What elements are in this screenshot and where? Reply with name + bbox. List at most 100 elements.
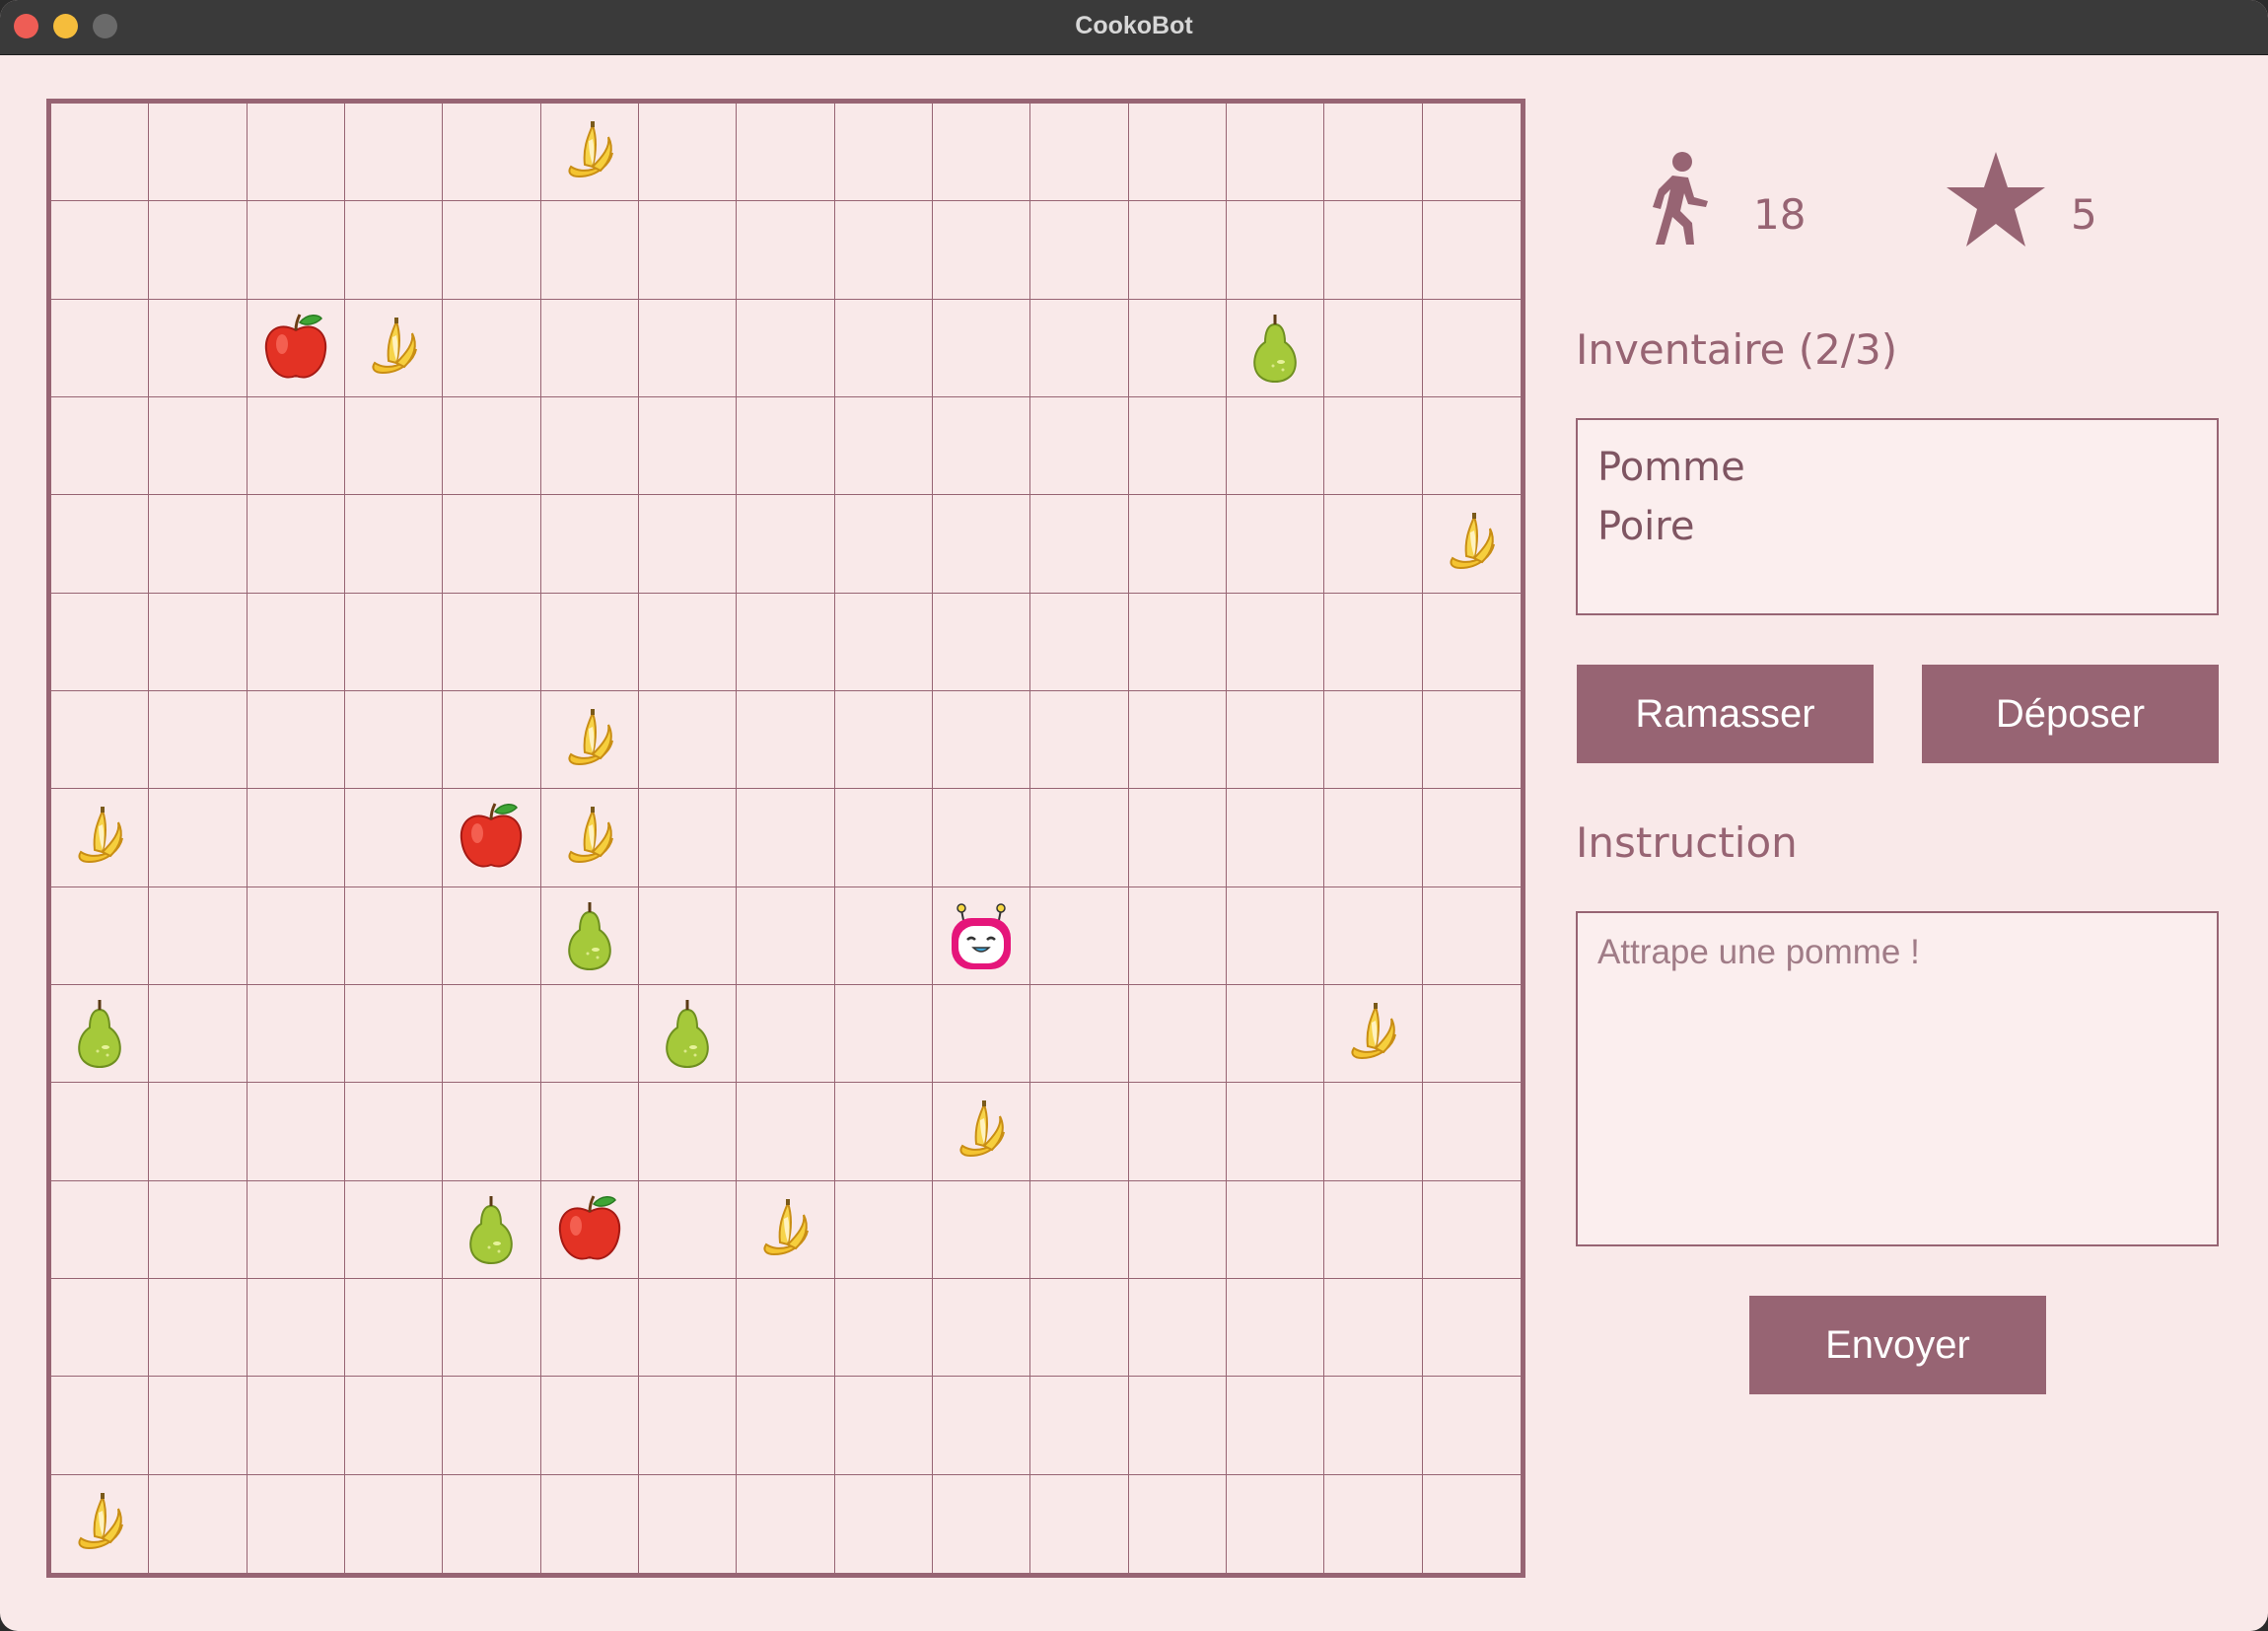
board-cell: [1324, 886, 1423, 985]
board-cell: [247, 201, 345, 300]
board-cell: [1128, 1180, 1227, 1279]
board-cell: [933, 985, 1031, 1084]
board-cell: [149, 1083, 248, 1181]
board-cell: [1422, 789, 1521, 887]
board-cell: [51, 201, 150, 300]
board-cell: [540, 299, 639, 397]
board-cell: [443, 593, 541, 691]
board-cell: [1324, 1377, 1423, 1475]
board-cell: [443, 1474, 541, 1573]
board-cell: [1128, 691, 1227, 790]
board-cell: [149, 397, 248, 496]
board-cell: [443, 789, 541, 887]
board-cell: [1422, 397, 1521, 496]
board-cell: [1030, 201, 1129, 300]
board-cell: [443, 691, 541, 790]
board-cell: [149, 985, 248, 1084]
banana-icon: [947, 1097, 1016, 1166]
board-cell: [1128, 886, 1227, 985]
board-cell: [1422, 887, 1521, 985]
pear-icon: [1243, 311, 1307, 386]
board-cell: [51, 1279, 150, 1378]
score-count: 5: [2071, 190, 2097, 239]
board-cell: [149, 789, 248, 887]
board-cell: [834, 1083, 933, 1181]
board-cell: [639, 1083, 738, 1181]
board-cell: [639, 886, 738, 985]
board-cell: [1227, 1474, 1325, 1573]
board-cell: [1227, 201, 1325, 300]
board-cell: [1423, 1475, 1521, 1573]
board-cell: [541, 1474, 639, 1573]
board-cell: [1227, 1083, 1325, 1181]
board-cell: [639, 1377, 738, 1475]
board-cell: [149, 1180, 248, 1279]
board-cell: [247, 1083, 345, 1181]
window-title: CookoBot: [1075, 12, 1193, 39]
inventory-list: Pomme Poire: [1576, 418, 2219, 615]
board-cell: [345, 1377, 444, 1475]
board-cell: [540, 1377, 639, 1475]
board-cell: [834, 397, 933, 496]
inventory-title: Inventaire (2/3): [1576, 325, 1898, 374]
board-cell: [540, 1180, 639, 1279]
instruction-title: Instruction: [1576, 818, 1798, 867]
board-cell: [1227, 1279, 1325, 1378]
board-cell: [1324, 495, 1423, 594]
board-cell: [51, 985, 150, 1084]
board-cell: [247, 691, 345, 790]
board-cell: [1030, 1377, 1129, 1475]
board-cell: [345, 593, 444, 691]
board-cell: [443, 1083, 541, 1181]
pear-icon: [68, 996, 131, 1071]
board-cell: [540, 104, 639, 202]
board-cell: [737, 886, 835, 985]
board-cell: [639, 1279, 738, 1378]
board-cell: [1030, 104, 1129, 202]
board-cell: [1324, 1279, 1423, 1378]
board-cell: [834, 593, 933, 691]
board-cell: [345, 1180, 444, 1279]
board-cell: [540, 985, 639, 1084]
apple-icon: [454, 800, 529, 875]
board-cell: [639, 985, 738, 1084]
board-cell: [1030, 1279, 1129, 1378]
board-cell: [345, 104, 444, 202]
banana-icon: [359, 314, 428, 383]
board-cell: [149, 1474, 248, 1573]
board-cell: [1128, 1083, 1227, 1181]
board-cell: [149, 104, 248, 202]
board-cell: [1030, 593, 1129, 691]
board-cell: [51, 1474, 150, 1573]
board-cell: [247, 1180, 345, 1279]
instruction-input[interactable]: [1597, 933, 2197, 1225]
board-cell: [1030, 789, 1129, 887]
board-cell: [737, 691, 835, 790]
board-cell: [345, 1083, 444, 1181]
board-cell: [540, 691, 639, 790]
board-cell: [51, 593, 150, 691]
board-cell: [248, 1474, 345, 1573]
board-cell: [737, 299, 835, 397]
board-cell: [345, 299, 444, 397]
board-cell: [149, 299, 248, 397]
board-cell: [51, 691, 150, 790]
board-cell: [1422, 1181, 1521, 1279]
board-cell: [1128, 789, 1227, 887]
board-cell: [1128, 104, 1227, 202]
board-cell: [1324, 593, 1423, 691]
board-cell: [1227, 104, 1325, 202]
drop-button[interactable]: Déposer: [1922, 665, 2219, 763]
board-cell: [1128, 1377, 1227, 1475]
board-cell: [1422, 985, 1521, 1084]
board-cell: [345, 1279, 444, 1378]
inventory-item: Poire: [1597, 504, 1695, 549]
pickup-button[interactable]: Ramasser: [1577, 665, 1874, 763]
banana-icon: [1338, 999, 1407, 1068]
instruction-box: [1576, 911, 2219, 1246]
board-cell: [834, 299, 933, 397]
board-cell: [247, 495, 345, 594]
board-cell: [1030, 1083, 1129, 1181]
board-cell: [247, 397, 345, 496]
send-button[interactable]: Envoyer: [1749, 1296, 2046, 1394]
